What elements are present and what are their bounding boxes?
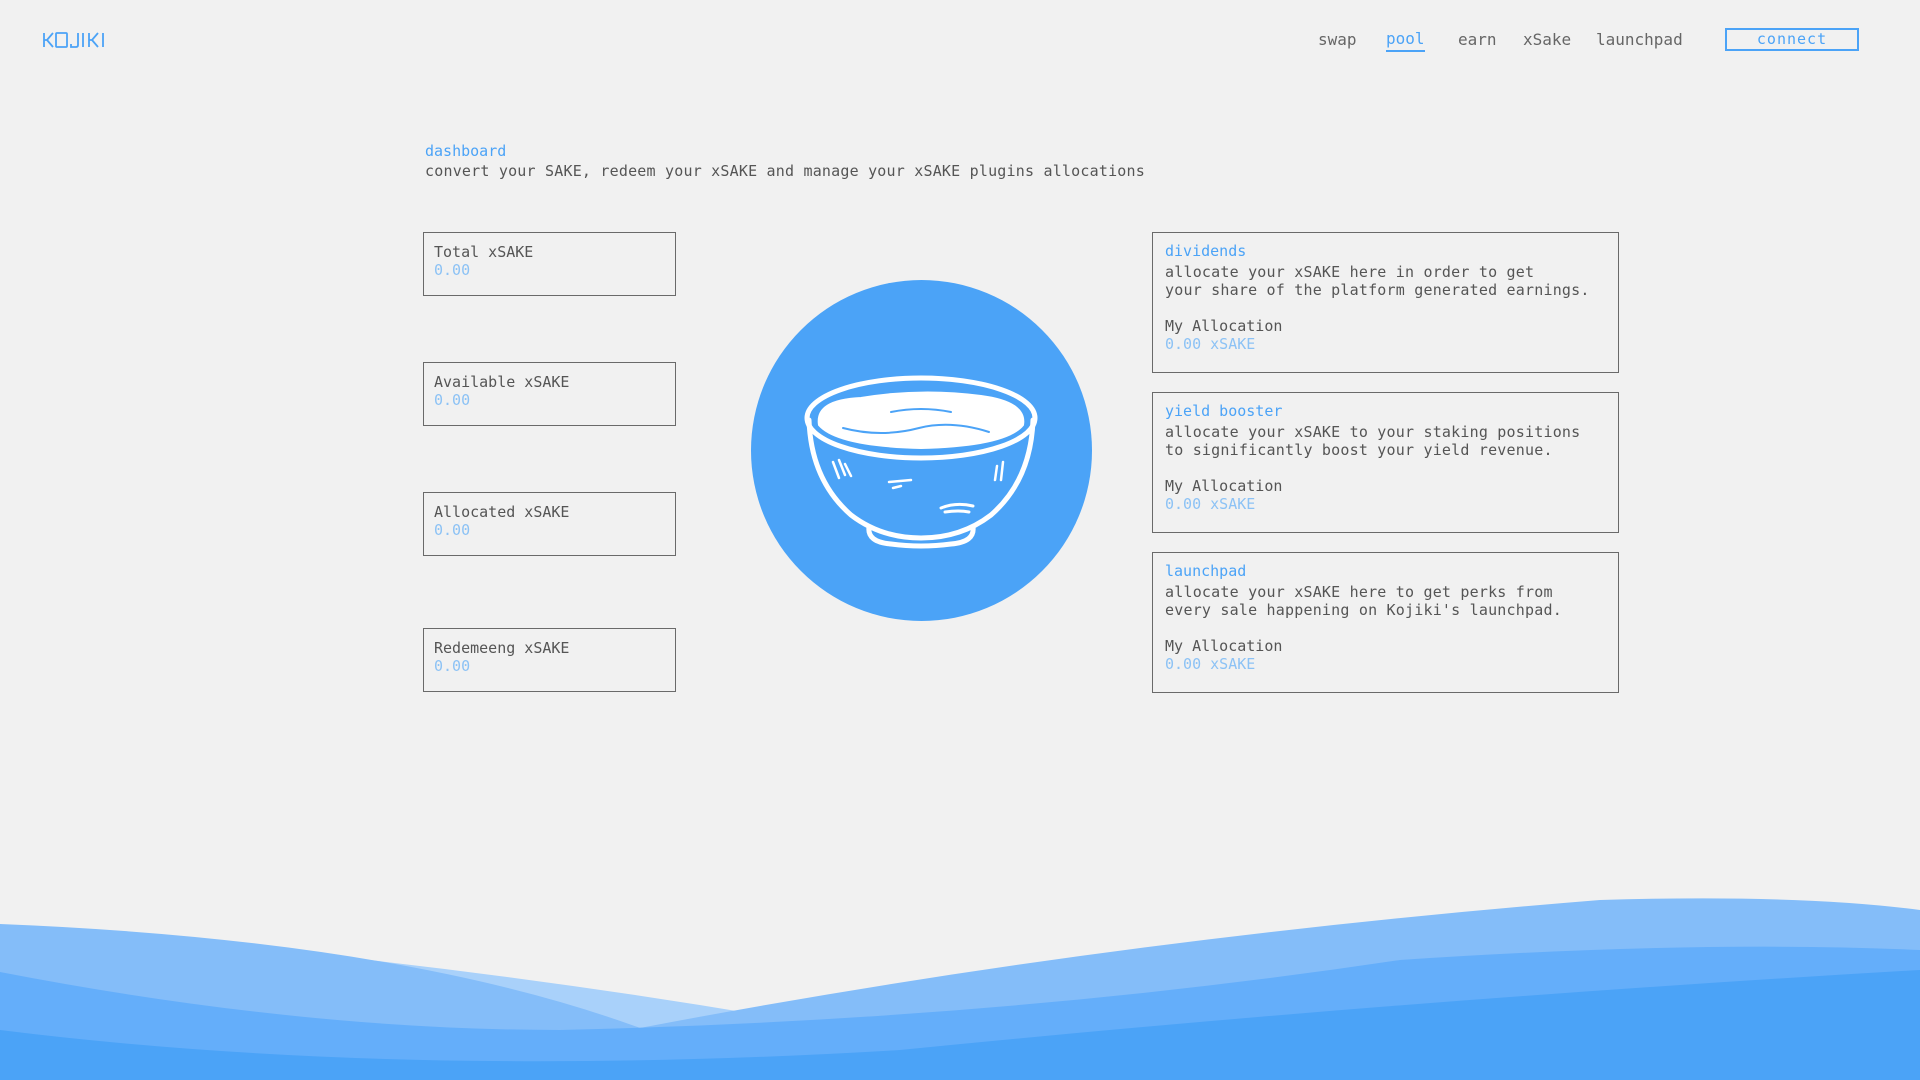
connect-wallet-button[interactable]: connect bbox=[1725, 28, 1859, 51]
plugin-card-launchpad[interactable]: launchpad allocate your xSAKE here to ge… bbox=[1152, 552, 1619, 693]
plugin-description-line: allocate your xSAKE to your staking posi… bbox=[1165, 423, 1581, 441]
page-title: dashboard bbox=[425, 142, 507, 160]
nav-earn[interactable]: earn bbox=[1458, 28, 1497, 52]
plugin-title: dividends bbox=[1165, 242, 1247, 260]
plugin-description: allocate your xSAKE here in order to get… bbox=[1165, 263, 1606, 311]
stat-value: 0.00 bbox=[434, 657, 471, 675]
stat-label: Available xSAKE bbox=[434, 373, 570, 391]
plugin-description-line: to significantly boost your yield revenu… bbox=[1165, 441, 1553, 459]
plugin-title: launchpad bbox=[1165, 562, 1247, 580]
plugin-description: allocate your xSAKE to your staking posi… bbox=[1165, 423, 1606, 471]
sake-bowl-icon bbox=[751, 280, 1092, 621]
stat-redeeming-xsake: Redemeeng xSAKE 0.00 bbox=[423, 628, 676, 692]
stat-allocated-xsake: Allocated xSAKE 0.00 bbox=[423, 492, 676, 556]
plugin-title: yield booster bbox=[1165, 402, 1283, 420]
plugin-description-line: allocate your xSAKE here to get perks fr… bbox=[1165, 583, 1553, 601]
kojiki-logo[interactable] bbox=[42, 30, 112, 50]
allocation-value: 0.00 xSAKE bbox=[1165, 655, 1256, 673]
plugin-card-dividends[interactable]: dividends allocate your xSAKE here in or… bbox=[1152, 232, 1619, 373]
stat-value: 0.00 bbox=[434, 521, 471, 539]
nav-swap[interactable]: swap bbox=[1318, 28, 1357, 52]
stat-value: 0.00 bbox=[434, 261, 471, 279]
plugin-description: allocate your xSAKE here to get perks fr… bbox=[1165, 583, 1606, 631]
allocation-value: 0.00 xSAKE bbox=[1165, 335, 1256, 353]
plugin-description-line: your share of the platform generated ear… bbox=[1165, 281, 1590, 299]
stat-total-xsake: Total xSAKE 0.00 bbox=[423, 232, 676, 296]
stat-label: Total xSAKE bbox=[434, 243, 534, 261]
plugin-card-yield-booster[interactable]: yield booster allocate your xSAKE to you… bbox=[1152, 392, 1619, 533]
footer-waves bbox=[0, 898, 1920, 1080]
page-header: dashboard convert your SAKE, redeem your… bbox=[425, 142, 1145, 181]
plugin-description-line: allocate your xSAKE here in order to get bbox=[1165, 263, 1535, 281]
allocation-label: My Allocation bbox=[1165, 317, 1283, 335]
plugin-description-line: every sale happening on Kojiki's launchp… bbox=[1165, 601, 1562, 619]
nav-pool[interactable]: pool bbox=[1386, 28, 1425, 52]
stat-available-xsake: Available xSAKE 0.00 bbox=[423, 362, 676, 426]
allocation-value: 0.00 xSAKE bbox=[1165, 495, 1256, 513]
page-subtitle: convert your SAKE, redeem your xSAKE and… bbox=[425, 162, 1145, 180]
nav-launchpad[interactable]: launchpad bbox=[1596, 28, 1683, 52]
allocation-label: My Allocation bbox=[1165, 477, 1283, 495]
stat-label: Allocated xSAKE bbox=[434, 503, 570, 521]
stat-value: 0.00 bbox=[434, 391, 471, 409]
stat-label: Redemeeng xSAKE bbox=[434, 639, 570, 657]
allocation-label: My Allocation bbox=[1165, 637, 1283, 655]
nav-xsake[interactable]: xSake bbox=[1523, 28, 1571, 52]
